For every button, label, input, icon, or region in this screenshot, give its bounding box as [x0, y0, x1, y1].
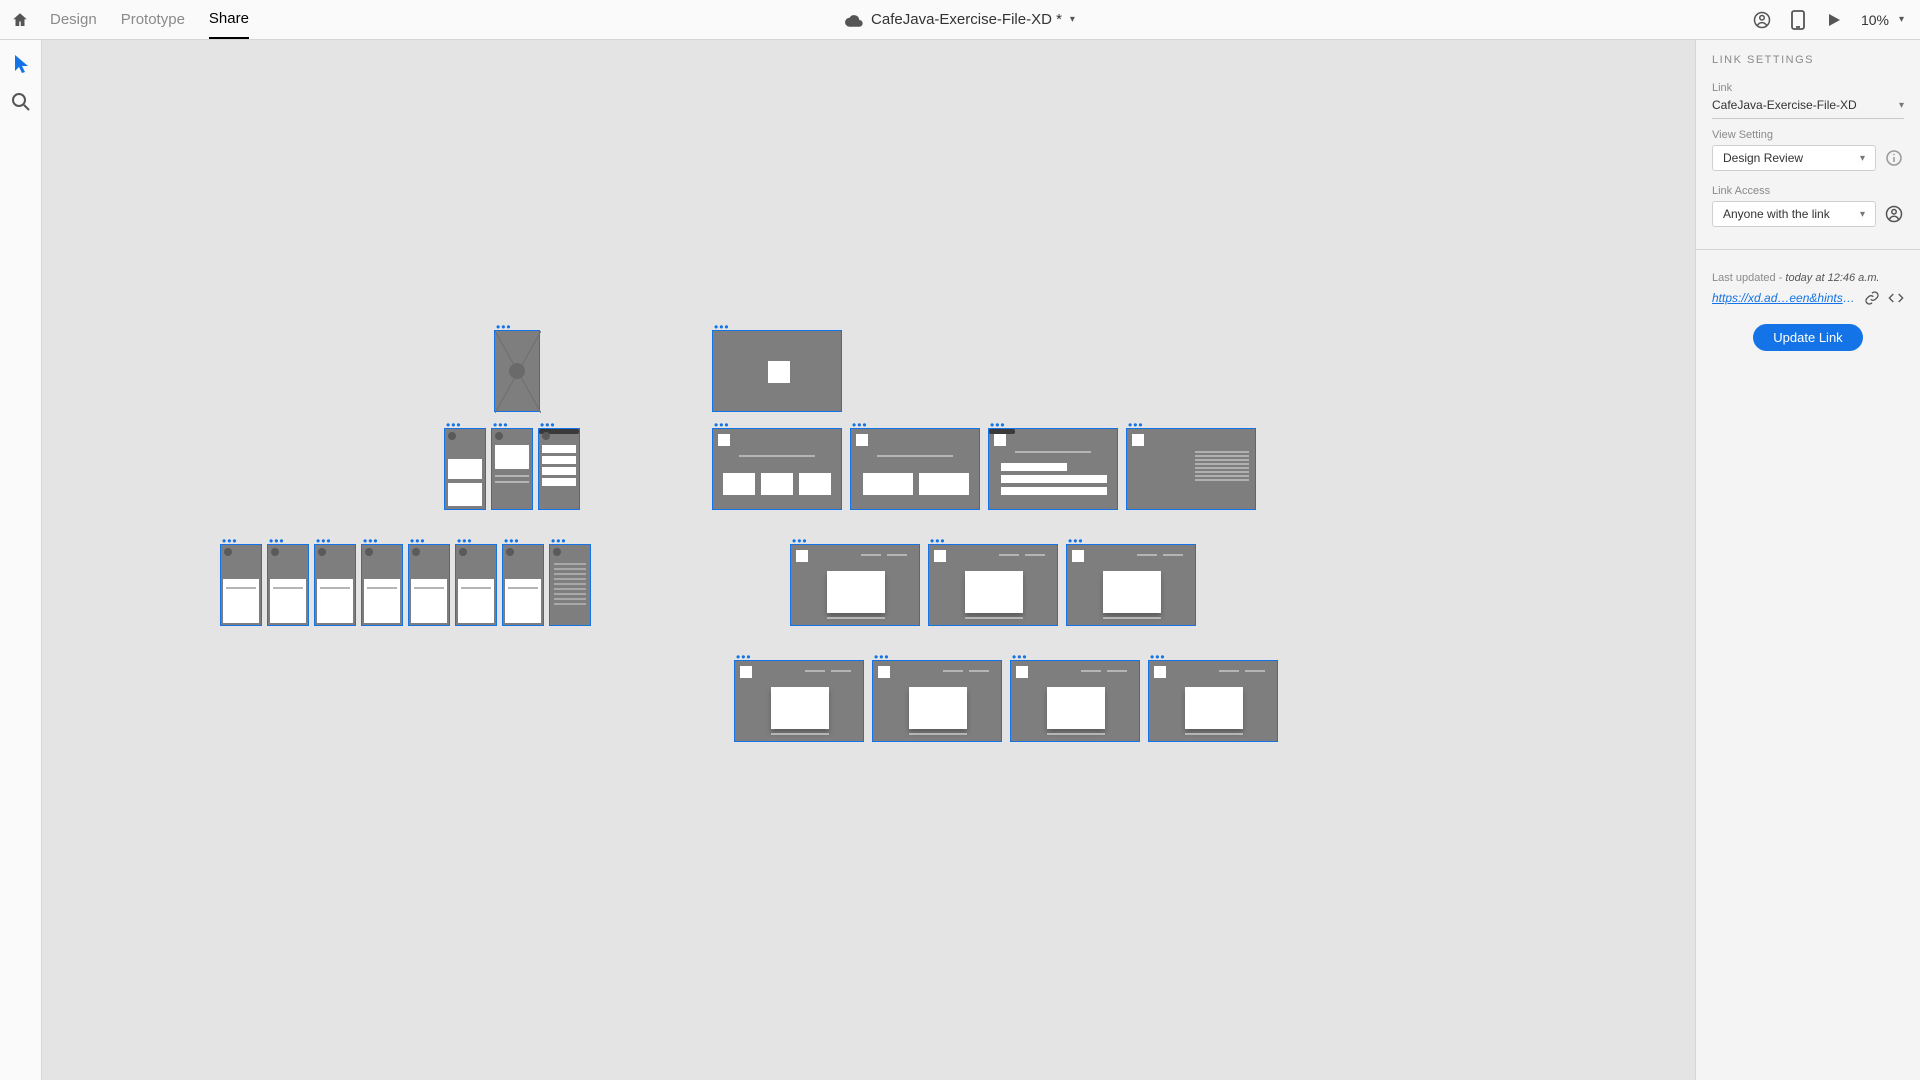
play-preview-icon[interactable] — [1825, 11, 1843, 29]
mobile-artboard-splash[interactable] — [494, 330, 540, 412]
web-artboard-detail[interactable] — [1010, 660, 1140, 742]
home-icon — [11, 11, 29, 29]
chevron-down-icon: ▾ — [1860, 153, 1865, 164]
chevron-down-icon: ▾ — [1899, 100, 1904, 111]
link-field-label: Link — [1712, 82, 1904, 94]
top-right-actions: 10% ▾ — [1753, 11, 1920, 29]
web-artboard[interactable] — [988, 428, 1118, 510]
panel-heading: LINK SETTINGS — [1712, 54, 1904, 66]
web-artboard-detail[interactable] — [928, 544, 1058, 626]
link-settings-panel: LINK SETTINGS Link CafeJava-Exercise-Fil… — [1695, 40, 1920, 1080]
mobile-artboard[interactable] — [361, 544, 403, 626]
mobile-artboard[interactable] — [549, 544, 591, 626]
cloud-icon — [845, 13, 863, 27]
tab-share[interactable]: Share — [209, 0, 249, 39]
link-access-label: Link Access — [1712, 185, 1904, 197]
mobile-artboard[interactable] — [502, 544, 544, 626]
mobile-artboard[interactable] — [491, 428, 533, 510]
top-bar: Design Prototype Share CafeJava-Exercise… — [0, 0, 1920, 40]
pointer-tool[interactable] — [11, 54, 31, 74]
zoom-value: 10% — [1861, 12, 1889, 28]
web-artboard-detail[interactable] — [790, 544, 920, 626]
canvas[interactable]: ••• ••• ••• ••• ••• ••• ••• — [42, 40, 1695, 1080]
update-link-button[interactable]: Update Link — [1753, 324, 1862, 351]
mobile-artboard[interactable] — [455, 544, 497, 626]
document-title-dropdown[interactable]: CafeJava-Exercise-File-XD * ▾ — [845, 11, 1075, 28]
last-updated-text: Last updated - today at 12:46 a.m. — [1712, 272, 1904, 284]
link-access-select[interactable]: Anyone with the link ▾ — [1712, 201, 1876, 227]
link-name-value: CafeJava-Exercise-File-XD — [1712, 98, 1857, 112]
panel-divider — [1696, 249, 1920, 250]
mobile-artboard[interactable] — [444, 428, 486, 510]
chevron-down-icon: ▾ — [1860, 209, 1865, 220]
tab-prototype[interactable]: Prototype — [121, 0, 185, 39]
mobile-artboard[interactable] — [267, 544, 309, 626]
home-button[interactable] — [0, 0, 40, 40]
mode-tabs: Design Prototype Share — [50, 0, 249, 39]
web-artboard[interactable] — [1126, 428, 1256, 510]
left-toolbar — [0, 40, 42, 1080]
embed-code-icon[interactable] — [1888, 290, 1904, 306]
view-setting-select[interactable]: Design Review ▾ — [1712, 145, 1876, 171]
web-artboard-detail[interactable] — [872, 660, 1002, 742]
device-preview-icon[interactable] — [1789, 11, 1807, 29]
info-icon[interactable] — [1884, 148, 1904, 168]
web-artboard-detail[interactable] — [1148, 660, 1278, 742]
mobile-artboard[interactable] — [314, 544, 356, 626]
document-title: CafeJava-Exercise-File-XD * — [871, 11, 1062, 28]
account-icon[interactable] — [1753, 11, 1771, 29]
last-updated-time: today at 12:46 a.m. — [1785, 272, 1879, 284]
link-access-value: Anyone with the link — [1723, 207, 1830, 221]
web-artboard[interactable] — [850, 428, 980, 510]
web-artboard-detail[interactable] — [1066, 544, 1196, 626]
share-url-link[interactable]: https://xd.ad…een&hints=off — [1712, 291, 1856, 305]
logo-placeholder-icon — [509, 363, 525, 379]
chevron-down-icon: ▾ — [1899, 14, 1904, 25]
last-updated-prefix: Last updated - — [1712, 272, 1785, 284]
view-setting-label: View Setting — [1712, 129, 1904, 141]
copy-link-icon[interactable] — [1864, 290, 1880, 306]
tab-design[interactable]: Design — [50, 0, 97, 39]
zoom-level-dropdown[interactable]: 10% ▾ — [1861, 12, 1904, 28]
mobile-artboard[interactable] — [220, 544, 262, 626]
web-artboard[interactable] — [712, 428, 842, 510]
chevron-down-icon: ▾ — [1070, 14, 1075, 25]
mobile-artboard[interactable] — [538, 428, 580, 510]
zoom-tool[interactable] — [11, 92, 31, 112]
mobile-artboard[interactable] — [408, 544, 450, 626]
link-name-dropdown[interactable]: CafeJava-Exercise-File-XD ▾ — [1712, 94, 1904, 119]
web-artboard-splash[interactable] — [712, 330, 842, 412]
view-setting-value: Design Review — [1723, 151, 1803, 165]
invite-user-icon[interactable] — [1884, 204, 1904, 224]
web-artboard-detail[interactable] — [734, 660, 864, 742]
